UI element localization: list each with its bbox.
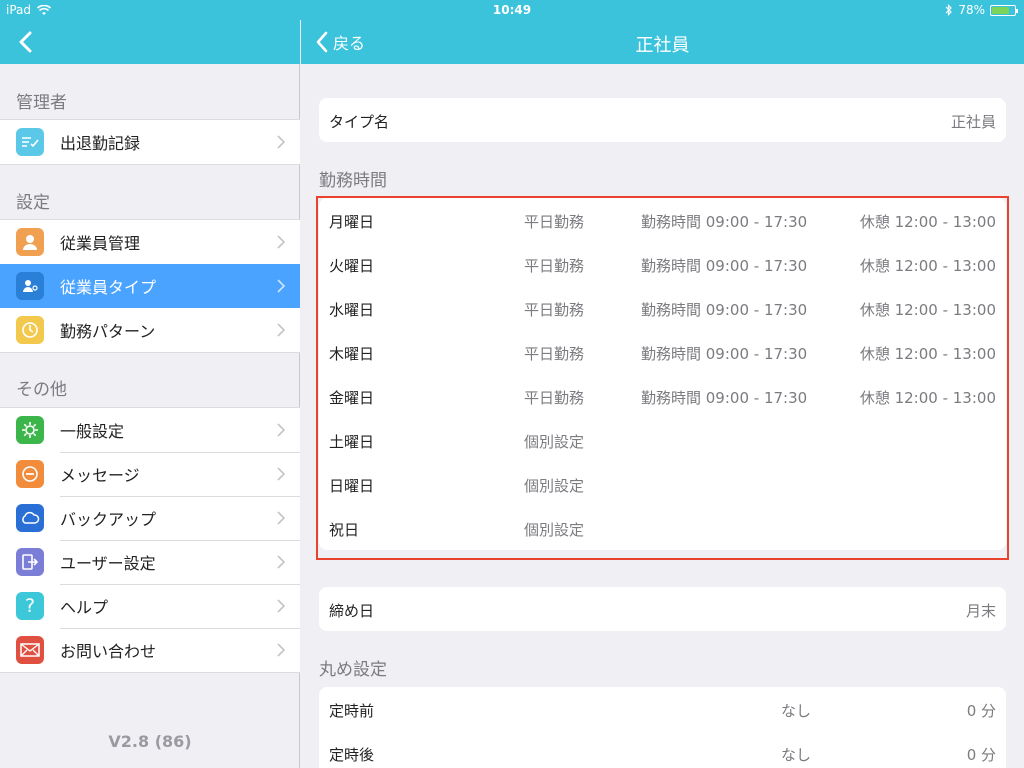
chevron-right-icon (277, 555, 286, 569)
menu-item-backup[interactable]: バックアップ (0, 496, 300, 540)
chevron-right-icon (277, 135, 286, 149)
person-badge-icon (16, 272, 44, 300)
type-name-value: 正社員 (950, 113, 996, 131)
status-bar: iPad 10:49 78% (0, 0, 1024, 20)
message-icon (16, 460, 44, 488)
section-title-admin: 管理者 (16, 93, 67, 113)
menu-label: ユーザー設定 (60, 554, 156, 573)
section-title-other: その他 (16, 380, 67, 400)
rounding-value: 0 分 (966, 746, 996, 764)
rounding-mode: なし (781, 746, 812, 764)
rounding-label: 定時前 (329, 702, 375, 720)
closing-day-card[interactable]: 締め日 月末 (319, 587, 1006, 631)
battery-icon (990, 4, 1018, 16)
chevron-right-icon (277, 235, 286, 249)
menu-item-general-settings[interactable]: 一般設定 (0, 408, 300, 452)
menu-label: 従業員管理 (60, 234, 141, 253)
rounding-row[interactable]: 定時後 なし 0 分 (319, 731, 1006, 768)
menu-group-settings: 従業員管理 従業員タイプ 勤務パターン (0, 219, 300, 353)
logout-icon (16, 548, 44, 576)
menu-label: ヘルプ (60, 598, 109, 617)
section-title-settings: 設定 (16, 193, 50, 213)
back-chevron-icon[interactable] (16, 31, 38, 53)
rounding-value: 0 分 (966, 702, 996, 720)
help-icon: ? (16, 592, 44, 620)
chevron-right-icon (277, 323, 286, 337)
menu-label: メッセージ (60, 466, 140, 485)
highlight-box (316, 196, 1009, 560)
rounding-label: 定時後 (329, 746, 375, 764)
rounding-section-title: 丸め設定 (319, 660, 387, 680)
menu-item-user-settings[interactable]: ユーザー設定 (0, 540, 300, 584)
main-panel: 戻る 正社員 タイプ名 正社員 勤務時間 月曜日 平日勤務 勤務時間 09:00… (301, 0, 1024, 768)
rounding-row[interactable]: 定時前 なし 0 分 (319, 687, 1006, 731)
menu-item-employee-management[interactable]: 従業員管理 (0, 220, 300, 264)
menu-label: バックアップ (60, 510, 157, 529)
schedule-section-title: 勤務時間 (319, 171, 387, 191)
closing-day-value: 月末 (965, 602, 996, 620)
type-name-card[interactable]: タイプ名 正社員 (319, 98, 1006, 142)
clock-icon (16, 316, 44, 344)
chevron-right-icon (277, 511, 286, 525)
menu-label: 出退勤記録 (60, 134, 141, 153)
mail-icon (16, 636, 44, 664)
page-title: 正社員 (635, 35, 690, 56)
menu-label: お問い合わせ (60, 642, 157, 661)
chevron-right-icon (277, 467, 286, 481)
menu-item-employee-type[interactable]: 従業員タイプ (0, 264, 300, 308)
app-version: V2.8 (86) (108, 732, 192, 751)
rounding-card: 定時前 なし 0 分 定時後 なし 0 分 (319, 687, 1006, 768)
cloud-icon (16, 504, 44, 532)
rounding-mode: なし (781, 702, 812, 720)
status-time: 10:49 (492, 3, 532, 17)
menu-item-help[interactable]: ? ヘルプ (0, 584, 300, 628)
menu-label: 勤務パターン (60, 322, 156, 341)
chevron-right-icon (277, 279, 286, 293)
type-name-label: タイプ名 (329, 113, 390, 131)
chevron-right-icon (277, 423, 286, 437)
menu-label: 従業員タイプ (60, 278, 157, 297)
closing-day-row[interactable]: 締め日 月末 (319, 587, 1006, 631)
sidebar-navbar (0, 20, 300, 64)
person-icon (16, 228, 44, 256)
sidebar: 管理者 出退勤記録 設定 従業員管理 従業員タイプ 勤務パターン その他 一般設… (0, 0, 300, 768)
menu-group-admin: 出退勤記録 (0, 119, 300, 165)
type-name-row[interactable]: タイプ名 正社員 (319, 98, 1006, 142)
menu-item-contact[interactable]: お問い合わせ (0, 628, 300, 672)
chevron-right-icon (277, 643, 286, 657)
menu-item-attendance-record[interactable]: 出退勤記録 (0, 120, 300, 164)
main-navbar: 戻る 正社員 (301, 20, 1024, 64)
bluetooth-icon (945, 4, 953, 16)
battery-percent: 78% (958, 3, 985, 17)
menu-item-work-pattern[interactable]: 勤務パターン (0, 308, 300, 352)
menu-item-message[interactable]: メッセージ (0, 452, 300, 496)
chevron-right-icon (277, 599, 286, 613)
menu-group-other: 一般設定 メッセージ バックアップ ユーザー設定 ? ヘルプ お問い合わせ (0, 407, 300, 673)
closing-day-label: 締め日 (329, 602, 375, 620)
menu-label: 一般設定 (60, 422, 125, 441)
gear-icon (16, 416, 44, 444)
list-check-icon (16, 128, 44, 156)
